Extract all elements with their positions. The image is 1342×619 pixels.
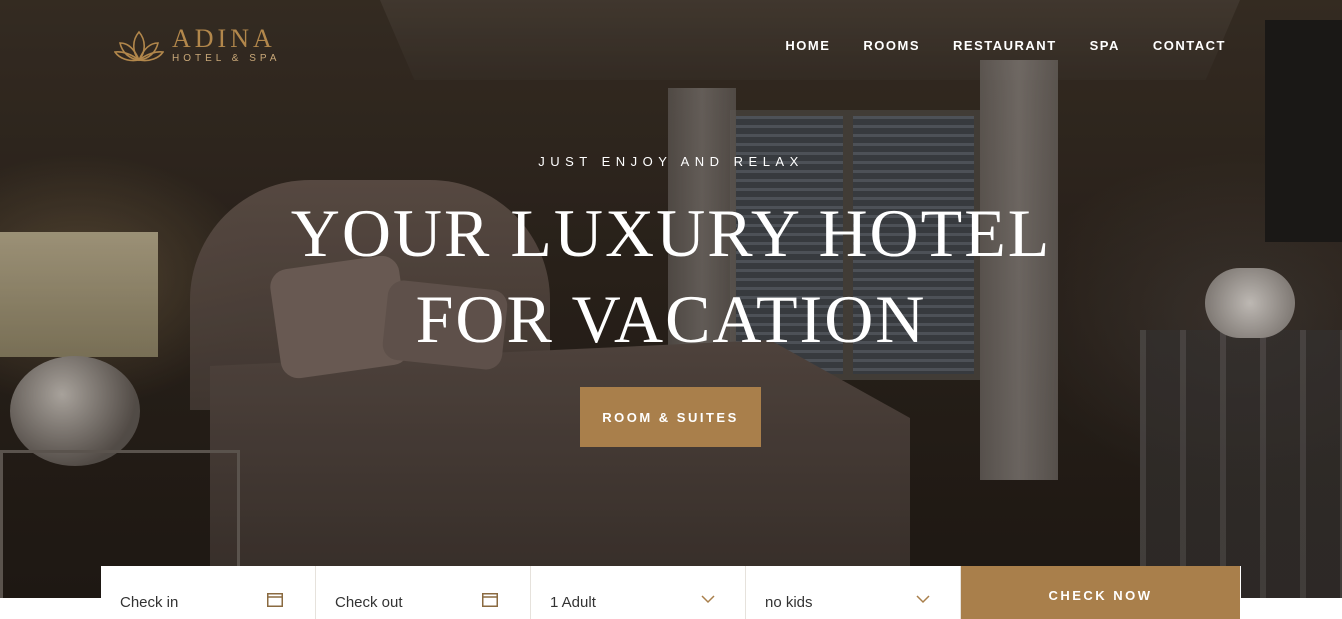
- nav-rooms[interactable]: ROOMS: [863, 38, 920, 53]
- adults-value: 1 Adult: [550, 594, 596, 611]
- booking-bar: Check in Check out 1 Adult no kids CHECK…: [101, 566, 1241, 619]
- brand-logo[interactable]: ADINA HOTEL & SPA: [114, 26, 280, 66]
- check-now-button[interactable]: CHECK NOW: [961, 566, 1240, 619]
- room-suites-button[interactable]: ROOM & SUITES: [580, 387, 761, 447]
- brand-tagline: HOTEL & SPA: [172, 53, 281, 64]
- hero-eyebrow: JUST ENJOY AND RELAX: [538, 154, 804, 169]
- check-in-field[interactable]: Check in: [101, 566, 316, 619]
- calendar-icon: [482, 593, 498, 607]
- lotus-icon: [114, 30, 164, 62]
- calendar-icon: [267, 593, 283, 607]
- nav-restaurant[interactable]: RESTAURANT: [953, 38, 1057, 53]
- nav-contact[interactable]: CONTACT: [1153, 38, 1226, 53]
- kids-select[interactable]: no kids: [746, 566, 961, 619]
- chevron-down-icon: [701, 595, 715, 604]
- check-out-label: Check out: [335, 594, 403, 611]
- nav-home[interactable]: HOME: [785, 38, 830, 53]
- hero-title-line-2: FOR VACATION: [415, 281, 927, 357]
- nav-spa[interactable]: SPA: [1090, 38, 1120, 53]
- brand-text: ADINA HOTEL & SPA: [172, 26, 280, 66]
- hero-title-line-1: YOUR LUXURY HOTEL: [290, 195, 1052, 271]
- hero-title: YOUR LUXURY HOTEL FOR VACATION: [0, 190, 1342, 362]
- brand-name: ADINA: [172, 24, 276, 53]
- check-out-field[interactable]: Check out: [316, 566, 531, 619]
- kids-value: no kids: [765, 594, 813, 611]
- chevron-down-icon: [916, 595, 930, 604]
- main-nav: HOME ROOMS RESTAURANT SPA CONTACT: [785, 38, 1226, 53]
- adults-select[interactable]: 1 Adult: [531, 566, 746, 619]
- check-in-label: Check in: [120, 594, 179, 611]
